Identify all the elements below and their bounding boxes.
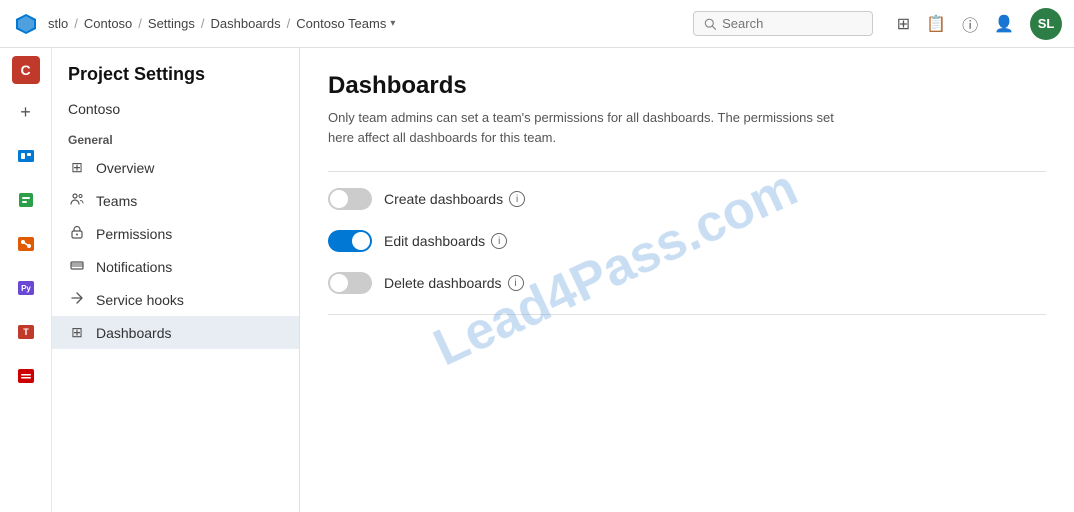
repos-icon [16,190,36,210]
user-icon[interactable]: 👤 [994,14,1014,34]
sidebar-item-permissions[interactable]: Permissions [52,217,299,250]
breadcrumb: stlo / Contoso / Settings / Dashboards /… [48,16,395,31]
sidebar-item-notifications[interactable]: Notifications [52,250,299,283]
icon-bar-pipelines[interactable] [6,224,46,264]
delete-dashboards-toggle[interactable] [328,272,372,294]
svg-text:T: T [23,327,29,337]
page-title: Dashboards [328,72,1046,100]
teams-icon [68,192,86,209]
breadcrumb-contoso-teams[interactable]: Contoso Teams [296,16,386,31]
nav-icons: ⊞ 📋 ⓘ 👤 SL [897,8,1062,40]
edit-dashboards-slider [328,230,372,252]
search-input[interactable] [722,16,862,31]
toggle-row-create: Create dashboards i [328,188,1046,210]
sidebar-item-dashboards[interactable]: ⊞ Dashboards [52,316,299,349]
divider-top [328,171,1046,172]
divider-bottom [328,314,1046,315]
service-hooks-icon [68,291,86,308]
nav-logo[interactable] [12,10,40,38]
breadcrumb-contoso[interactable]: Contoso [84,16,132,31]
avatar[interactable]: SL [1030,8,1062,40]
breadcrumb-settings[interactable]: Settings [148,16,195,31]
grid-icon[interactable]: ⊞ [897,14,910,34]
sidebar-item-teams[interactable]: Teams [52,184,299,217]
test-icon: T [16,322,36,342]
svg-text:Py: Py [21,284,31,293]
edit-label-text: Edit dashboards [384,233,485,249]
sidebar-org[interactable]: Contoso [52,97,299,125]
copy-icon[interactable]: 📋 [926,14,946,34]
sidebar-item-service-hooks[interactable]: Service hooks [52,283,299,316]
plus-icon: + [20,102,31,123]
create-dashboards-slider [328,188,372,210]
toggle-row-delete: Delete dashboards i [328,272,1046,294]
content-area: Dashboards Only team admins can set a te… [300,48,1074,512]
pipelines-icon [16,234,36,254]
create-dashboards-toggle[interactable] [328,188,372,210]
icon-bar-settings[interactable] [6,356,46,396]
create-dashboards-label: Create dashboards i [384,191,525,207]
search-box[interactable] [693,11,873,36]
breadcrumb-dashboards[interactable]: Dashboards [211,16,281,31]
delete-info-icon[interactable]: i [508,275,524,291]
sidebar-section-general: General [52,125,299,151]
help-icon[interactable]: ⓘ [962,12,978,36]
main-layout: C + [0,48,1074,512]
edit-dashboards-label: Edit dashboards i [384,233,507,249]
sidebar-title: Project Settings [52,64,299,97]
sidebar-label-dashboards: Dashboards [96,325,172,341]
permissions-icon [68,225,86,242]
edit-info-icon[interactable]: i [491,233,507,249]
create-label-text: Create dashboards [384,191,503,207]
icon-bar-repos[interactable] [6,180,46,220]
icon-bar: C + [0,48,52,512]
search-icon [704,17,716,31]
sidebar-label-service-hooks: Service hooks [96,292,184,308]
sidebar-label-overview: Overview [96,160,154,176]
top-nav: stlo / Contoso / Settings / Dashboards /… [0,0,1074,48]
icon-bar-test[interactable]: T [6,312,46,352]
boards-icon [16,146,36,166]
create-info-icon[interactable]: i [509,191,525,207]
dashboards-icon: ⊞ [68,324,86,341]
delete-label-text: Delete dashboards [384,275,502,291]
icon-bar-python[interactable]: Py [6,268,46,308]
icon-bar-boards[interactable] [6,136,46,176]
notifications-icon [68,258,86,275]
breadcrumb-stlo[interactable]: stlo [48,16,68,31]
content-description: Only team admins can set a team's permis… [328,108,848,147]
icon-bar-add[interactable]: + [6,92,46,132]
sidebar-label-permissions: Permissions [96,226,172,242]
sidebar-item-overview[interactable]: ⊞ Overview [52,151,299,184]
python-icon: Py [16,278,36,298]
sidebar-label-teams: Teams [96,193,137,209]
edit-dashboards-toggle[interactable] [328,230,372,252]
icon-bar-project[interactable]: C [12,56,40,84]
overview-icon: ⊞ [68,159,86,176]
breadcrumb-chevron-icon: ▾ [390,18,395,29]
toggle-row-edit: Edit dashboards i [328,230,1046,252]
settings-icon [16,366,36,386]
delete-dashboards-label: Delete dashboards i [384,275,524,291]
sidebar-label-notifications: Notifications [96,259,172,275]
delete-dashboards-slider [328,272,372,294]
sidebar: Project Settings Contoso General ⊞ Overv… [52,48,300,512]
